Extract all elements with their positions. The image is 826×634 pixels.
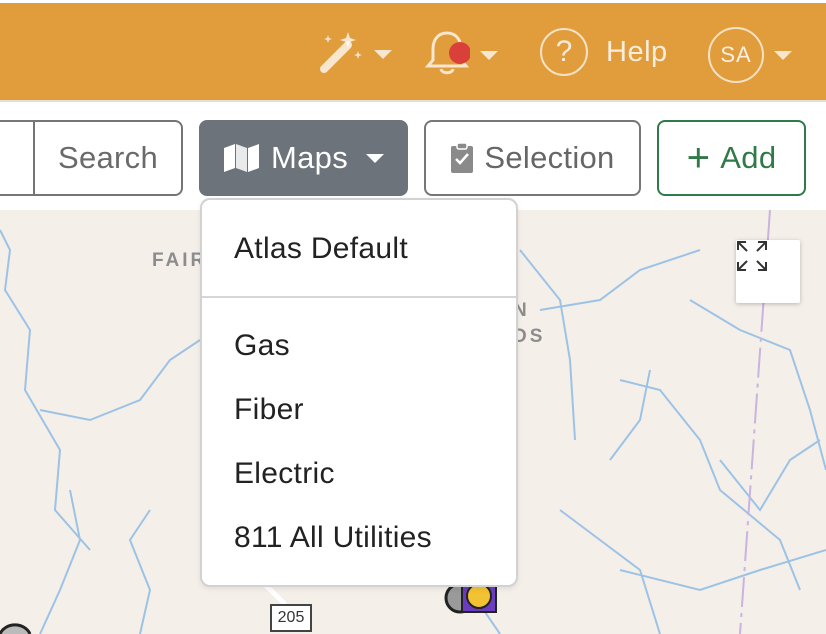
- stream: [619, 379, 801, 591]
- magic-wand-icon: [318, 29, 364, 80]
- caret-down-icon: [480, 51, 498, 60]
- menu-item-fiber[interactable]: Fiber: [234, 393, 304, 427]
- notifications-dropdown[interactable]: [424, 29, 498, 82]
- stream: [619, 549, 826, 592]
- fullscreen-button[interactable]: [736, 240, 800, 303]
- menu-item-electric[interactable]: Electric: [234, 457, 335, 491]
- stream: [128, 509, 152, 634]
- menu-item-811-all-utilities[interactable]: 811 All Utilities: [234, 521, 432, 555]
- stream: [539, 249, 701, 311]
- help-button[interactable]: ? Help: [540, 28, 668, 76]
- stream: [39, 339, 201, 422]
- stream: [559, 509, 661, 634]
- add-button-label: Add: [720, 140, 777, 175]
- add-button[interactable]: + Add: [657, 120, 806, 196]
- clipboard-check-icon: [450, 142, 474, 174]
- menu-item-gas[interactable]: Gas: [234, 329, 290, 363]
- maps-dropdown-menu: Atlas Default Gas Fiber Electric 811 All…: [200, 198, 518, 587]
- search-button[interactable]: Search: [33, 120, 183, 196]
- caret-down-icon: [774, 50, 792, 60]
- avatar: SA: [708, 27, 764, 83]
- road-shield: 205: [270, 604, 312, 632]
- utility-marker-partial: [0, 623, 32, 634]
- bell-icon: [424, 29, 471, 82]
- stream: [39, 489, 82, 634]
- question-circle-icon: ?: [540, 28, 588, 76]
- help-label: Help: [606, 35, 668, 68]
- stream: [0, 229, 91, 551]
- caret-down-icon: [366, 153, 384, 163]
- search-button-label: Search: [57, 140, 159, 175]
- plus-icon: +: [686, 136, 711, 180]
- menu-item-atlas-default[interactable]: Atlas Default: [234, 232, 408, 266]
- map-icon: [223, 143, 261, 173]
- magic-wand-dropdown[interactable]: [318, 29, 392, 80]
- notification-dot: [449, 42, 471, 64]
- stream: [719, 439, 821, 512]
- top-header: ? Help SA: [0, 0, 826, 100]
- maps-button-label: Maps: [270, 140, 348, 175]
- maps-dropdown-button[interactable]: Maps: [199, 120, 408, 196]
- map-place-label: FAIR: [152, 250, 208, 271]
- user-menu[interactable]: SA: [708, 27, 792, 83]
- caret-down-icon: [374, 50, 392, 59]
- toolbar: Search Maps Selection + Add: [0, 100, 826, 210]
- selection-button[interactable]: Selection: [424, 120, 641, 196]
- menu-divider: [202, 296, 516, 298]
- selection-button-label: Selection: [484, 140, 615, 175]
- search-input[interactable]: [0, 120, 35, 196]
